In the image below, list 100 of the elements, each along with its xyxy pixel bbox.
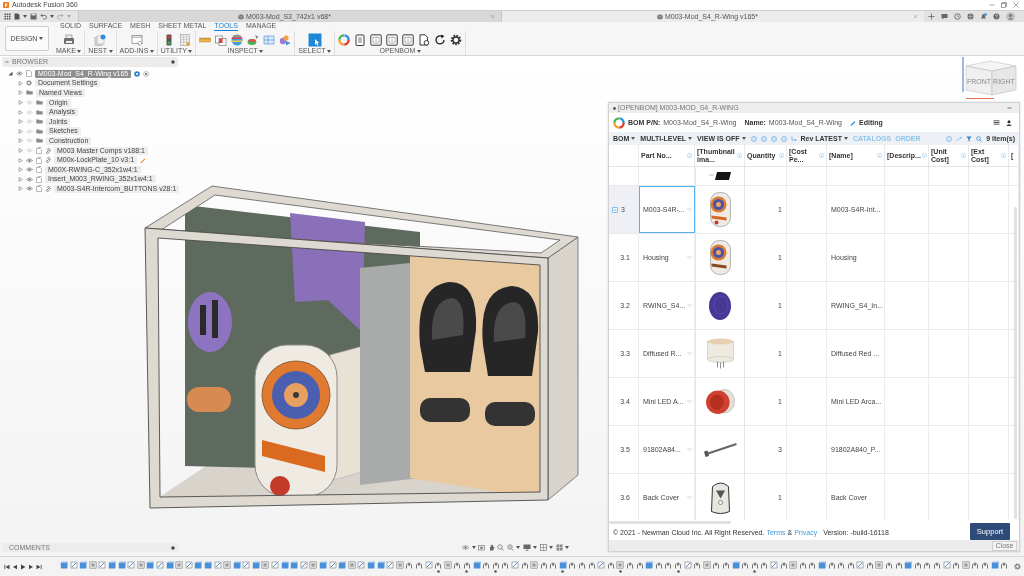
cube-icon[interactable] [376,560,385,569]
joint-icon[interactable] [827,560,836,569]
cube-icon[interactable] [731,560,740,569]
joint-icon[interactable] [808,560,817,569]
search-icon[interactable] [976,135,983,142]
joint-icon[interactable] [779,560,788,569]
viewports-icon[interactable] [555,544,563,551]
collapse-arrow-icon[interactable] [8,71,13,77]
clock-icon[interactable] [954,13,961,20]
play-icon[interactable] [20,563,26,570]
component-icon[interactable] [88,560,97,569]
component-icon[interactable] [136,560,145,569]
cube-icon[interactable] [472,560,481,569]
settings-icon[interactable] [450,33,463,46]
undo-icon[interactable] [40,13,47,20]
joint-icon[interactable] [885,560,894,569]
sketch-icon[interactable] [856,560,865,569]
sketch-icon[interactable] [184,560,193,569]
bowl-icon[interactable] [247,33,260,46]
joint-icon[interactable] [865,560,874,569]
shapes-icon[interactable] [279,33,292,46]
joint-icon[interactable] [981,560,989,569]
cube-icon[interactable] [280,560,289,569]
close-icon[interactable] [913,14,918,19]
expand-arrow-icon[interactable] [18,157,23,163]
indent-arrow-icon[interactable] [790,135,797,142]
component-icon[interactable] [175,560,184,569]
joint-icon[interactable] [693,560,702,569]
expand-arrow-icon[interactable] [18,80,23,86]
minimize-icon[interactable] [1007,106,1012,110]
joint-icon[interactable] [578,560,587,569]
sketch-icon[interactable] [942,560,951,569]
joint-icon[interactable] [587,560,596,569]
cube-icon[interactable] [194,560,203,569]
sketch-icon[interactable] [127,560,136,569]
joint-icon[interactable] [741,560,750,569]
collapse-toggle-icon[interactable] [612,206,618,213]
comment-icon[interactable] [941,13,948,20]
joint-icon[interactable] [549,560,558,569]
cube-icon[interactable] [904,560,913,569]
document-refresh-icon[interactable] [418,33,431,46]
sketch-icon[interactable] [213,560,222,569]
zoom-icon[interactable] [497,544,504,551]
joint-icon[interactable] [539,560,548,569]
step-back-icon[interactable] [12,563,18,570]
joint-icon[interactable] [674,560,682,569]
sketch-icon[interactable] [328,560,337,569]
bell-icon[interactable] [980,13,987,20]
cube-icon[interactable] [79,560,88,569]
grid-icon[interactable] [539,544,547,551]
joint-icon[interactable] [721,560,730,569]
cube-icon[interactable] [338,560,347,569]
component-icon[interactable] [443,560,452,569]
component-icon[interactable] [702,560,711,569]
sketch-icon[interactable] [683,560,692,569]
sketch-icon[interactable] [155,560,164,569]
sketch-icon[interactable] [271,560,280,569]
cube-icon[interactable] [107,560,116,569]
eye-icon[interactable] [26,167,33,173]
display-icon[interactable] [522,544,531,551]
component-icon[interactable] [875,560,884,569]
help-icon[interactable] [993,13,1000,20]
clipboard-icon[interactable] [354,33,367,46]
joint-icon[interactable] [846,560,855,569]
joint-icon[interactable] [434,560,443,569]
joint-icon[interactable] [491,560,500,569]
sketch-icon[interactable] [242,560,251,569]
caret-icon[interactable] [565,546,569,549]
sketch-icon[interactable] [597,560,606,569]
cube-icon[interactable] [146,560,155,569]
select-icon[interactable] [307,32,322,47]
expand-arrow-icon[interactable] [18,90,23,96]
step-forward-icon[interactable] [28,563,34,570]
eye-icon[interactable] [26,186,33,192]
joint-icon[interactable] [894,560,903,569]
joint-icon[interactable] [568,560,577,569]
joint-icon[interactable] [712,560,721,569]
avatar-icon[interactable] [1006,12,1015,21]
look-at-icon[interactable] [478,544,485,551]
user-icon[interactable] [1006,119,1012,126]
joint-icon[interactable] [923,560,932,569]
joint-icon[interactable] [837,560,846,569]
pencil-icon[interactable] [850,119,856,126]
cube-icon[interactable] [232,560,241,569]
expand-arrow-icon[interactable] [18,148,23,154]
pin-icon[interactable] [171,60,175,64]
cube-icon[interactable] [290,560,299,569]
joint-icon[interactable] [501,560,510,569]
sketch-icon[interactable] [98,560,107,569]
joint-icon[interactable] [414,560,423,569]
expand-arrow-icon[interactable] [18,119,23,125]
joint-icon[interactable] [664,560,673,569]
expand-arrow-icon[interactable] [18,167,23,173]
expand-arrow-icon[interactable] [18,100,23,106]
cube-icon[interactable] [367,560,375,569]
sketch-icon[interactable] [69,560,78,569]
joint-icon[interactable] [482,560,491,569]
eye-icon[interactable] [16,71,23,77]
joint-icon[interactable] [913,560,922,569]
sketch-icon[interactable] [510,560,519,569]
